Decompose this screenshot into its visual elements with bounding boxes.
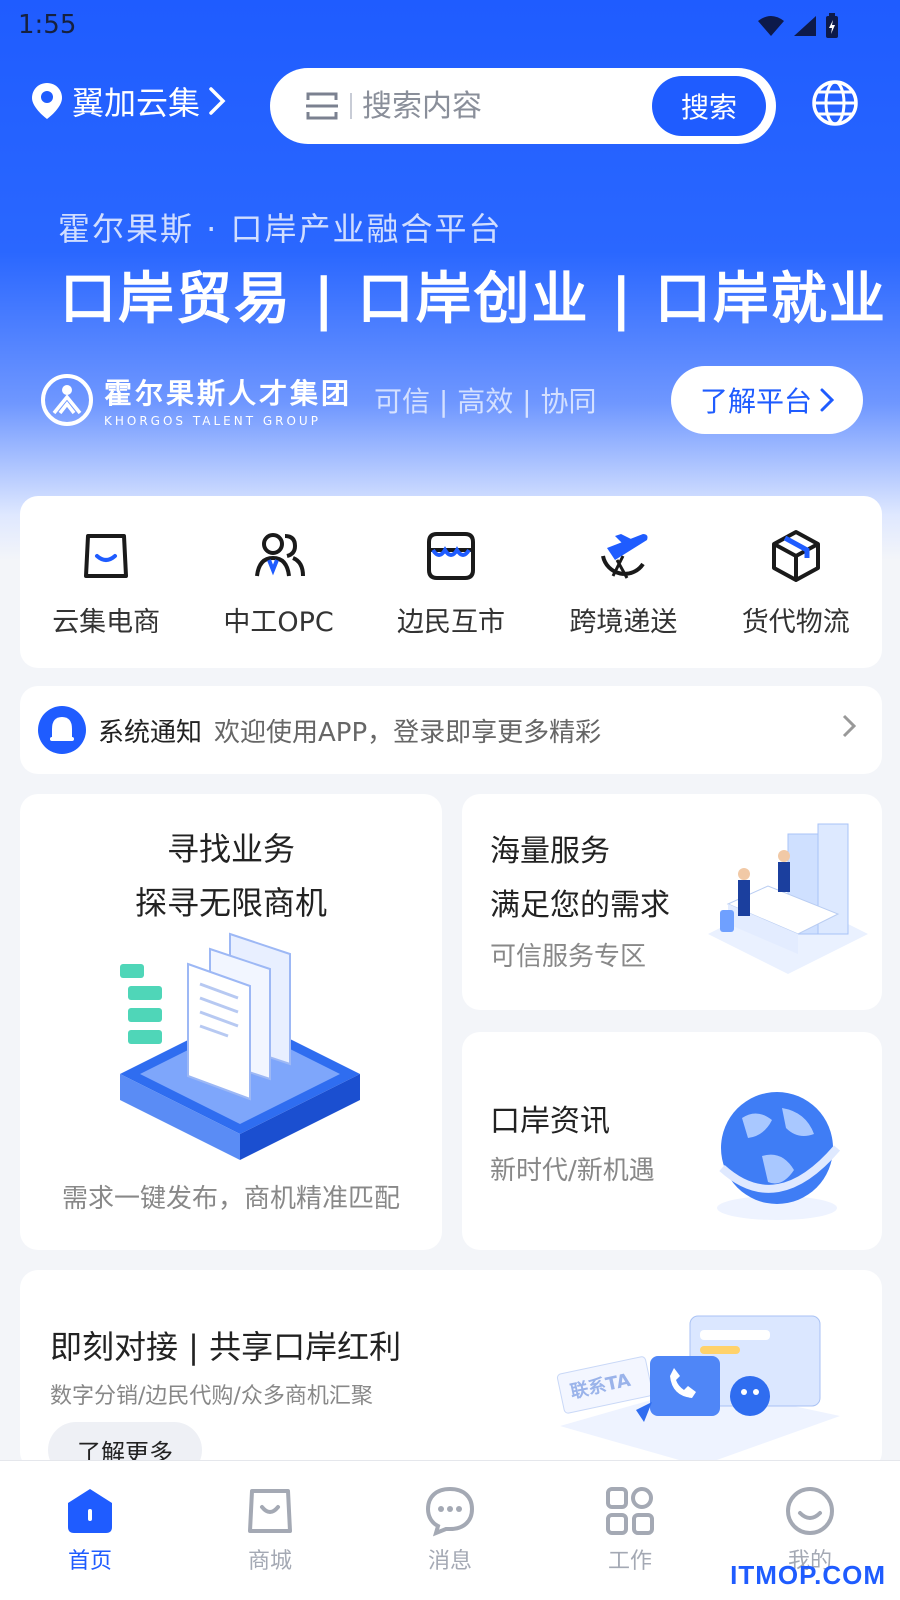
brand-name-en: KHORGOS TALENT GROUP bbox=[104, 414, 321, 428]
chevron-right-icon bbox=[209, 87, 226, 115]
system-notice[interactable]: 系统通知 欢迎使用APP，登录即享更多精彩 bbox=[20, 686, 882, 774]
tab-label: 商城 bbox=[247, 1549, 292, 1574]
category-ecommerce[interactable]: 云集电商 bbox=[26, 526, 186, 639]
search-input[interactable] bbox=[362, 88, 632, 124]
status-icons bbox=[756, 12, 840, 40]
category-cross-border[interactable]: 跨境递送 bbox=[543, 526, 703, 639]
card-description: 新时代/新机遇 bbox=[490, 1156, 655, 1186]
battery-icon bbox=[826, 13, 838, 38]
wifi-icon bbox=[758, 16, 784, 36]
category-grid: 云集电商 中工OPC 边民互市 跨境递送 货代物流 bbox=[20, 496, 882, 668]
location-selector[interactable]: 翼加云集 bbox=[30, 78, 226, 124]
tab-label: 工作 bbox=[607, 1549, 652, 1574]
chevron-right-icon bbox=[842, 714, 856, 738]
users-icon bbox=[254, 532, 305, 576]
scan-icon[interactable] bbox=[304, 88, 340, 124]
globe-illustration-icon bbox=[717, 1092, 841, 1220]
card-title: 海量服务 bbox=[490, 834, 610, 869]
chat-icon bbox=[425, 1486, 475, 1537]
category-label: 货代物流 bbox=[741, 606, 850, 638]
card-subtitle: 探寻无限商机 bbox=[134, 884, 327, 922]
shop-bag-icon bbox=[248, 1489, 292, 1533]
status-time: 1:55 bbox=[18, 10, 77, 40]
chevron-right-icon bbox=[820, 388, 834, 412]
home-icon bbox=[68, 1489, 112, 1533]
category-label: 云集电商 bbox=[52, 606, 161, 638]
brand-slogan: 可信 | 高效 | 协同 bbox=[374, 385, 597, 418]
category-label: 跨境递送 bbox=[569, 606, 678, 638]
search-separator bbox=[350, 93, 352, 119]
card-title: 即刻对接 | 共享口岸红利 bbox=[50, 1328, 402, 1366]
top-bar: 翼加云集 搜索 bbox=[0, 64, 900, 144]
notice-message: 欢迎使用APP，登录即享更多精彩 bbox=[214, 717, 602, 748]
grid-icon bbox=[606, 1487, 654, 1535]
card-description: 数字分销/边民代购/众多商机汇聚 bbox=[50, 1384, 373, 1409]
location-label: 翼加云集 bbox=[72, 84, 201, 122]
globe-language-icon[interactable] bbox=[810, 78, 860, 128]
talent-group-logo-icon bbox=[41, 374, 93, 426]
service-counter-illustration-icon bbox=[708, 823, 868, 974]
card-subtitle: 满足您的需求 bbox=[490, 888, 670, 923]
category-border-market[interactable]: 边民互市 bbox=[371, 526, 531, 639]
banner-subtitle: 霍尔果斯 · 口岸产业融合平台 bbox=[58, 210, 503, 248]
card-title: 口岸资讯 bbox=[490, 1104, 610, 1139]
location-pin-icon bbox=[32, 83, 62, 119]
category-logistics[interactable]: 货代物流 bbox=[716, 526, 876, 639]
tab-label: 消息 bbox=[427, 1549, 472, 1574]
tab-home[interactable]: 首页 bbox=[25, 1461, 155, 1600]
search-button[interactable]: 搜索 bbox=[652, 76, 766, 136]
category-opc[interactable]: 中工OPC bbox=[199, 526, 359, 639]
store-icon bbox=[426, 531, 475, 580]
banner-title: 口岸贸易 | 口岸创业 | 口岸就业 bbox=[60, 267, 887, 332]
learn-platform-label: 了解平台 bbox=[699, 385, 812, 418]
package-icon bbox=[771, 529, 820, 582]
tab-messages[interactable]: 消息 bbox=[385, 1461, 515, 1600]
mass-services-card[interactable]: 海量服务 满足您的需求 可信服务专区 bbox=[462, 794, 882, 1010]
notice-label: 系统通知 bbox=[98, 717, 203, 748]
category-label: 边民互市 bbox=[396, 606, 505, 638]
smile-icon bbox=[786, 1487, 834, 1535]
tab-label: 首页 bbox=[67, 1549, 112, 1574]
card-title: 寻找业务 bbox=[166, 830, 295, 868]
signal-icon bbox=[794, 16, 816, 36]
port-news-card[interactable]: 口岸资讯 新时代/新机遇 bbox=[462, 1032, 882, 1250]
brand-row: 霍尔果斯人才集团 KHORGOS TALENT GROUP 可信 | 高效 | … bbox=[40, 372, 597, 428]
status-bar: 1:55 bbox=[0, 0, 900, 48]
bell-icon bbox=[38, 706, 86, 754]
category-label: 中工OPC bbox=[223, 606, 334, 638]
brand-name-cn: 霍尔果斯人才集团 bbox=[104, 377, 353, 410]
plane-globe-icon bbox=[601, 533, 648, 579]
shopping-bag-icon bbox=[84, 533, 129, 578]
tab-work[interactable]: 工作 bbox=[565, 1461, 695, 1600]
connect-card[interactable]: 即刻对接 | 共享口岸红利 数字分销/边民代购/众多商机汇聚 了解更多 联系TA bbox=[20, 1270, 882, 1470]
find-business-card[interactable]: 寻找业务 探寻无限商机 需求一键发布，商机精准匹配 bbox=[20, 794, 442, 1250]
documents-illustration-icon bbox=[120, 932, 360, 1160]
tab-mall[interactable]: 商城 bbox=[205, 1461, 335, 1600]
learn-platform-button[interactable]: 了解平台 bbox=[671, 366, 863, 434]
watermark-text: ITMOP.COM bbox=[730, 1560, 886, 1590]
search-bar: 搜索 bbox=[270, 68, 776, 144]
card-description: 可信服务专区 bbox=[490, 942, 647, 972]
card-description: 需求一键发布，商机精准匹配 bbox=[61, 1184, 400, 1214]
contact-illustration-icon: 联系TA bbox=[556, 1315, 840, 1466]
